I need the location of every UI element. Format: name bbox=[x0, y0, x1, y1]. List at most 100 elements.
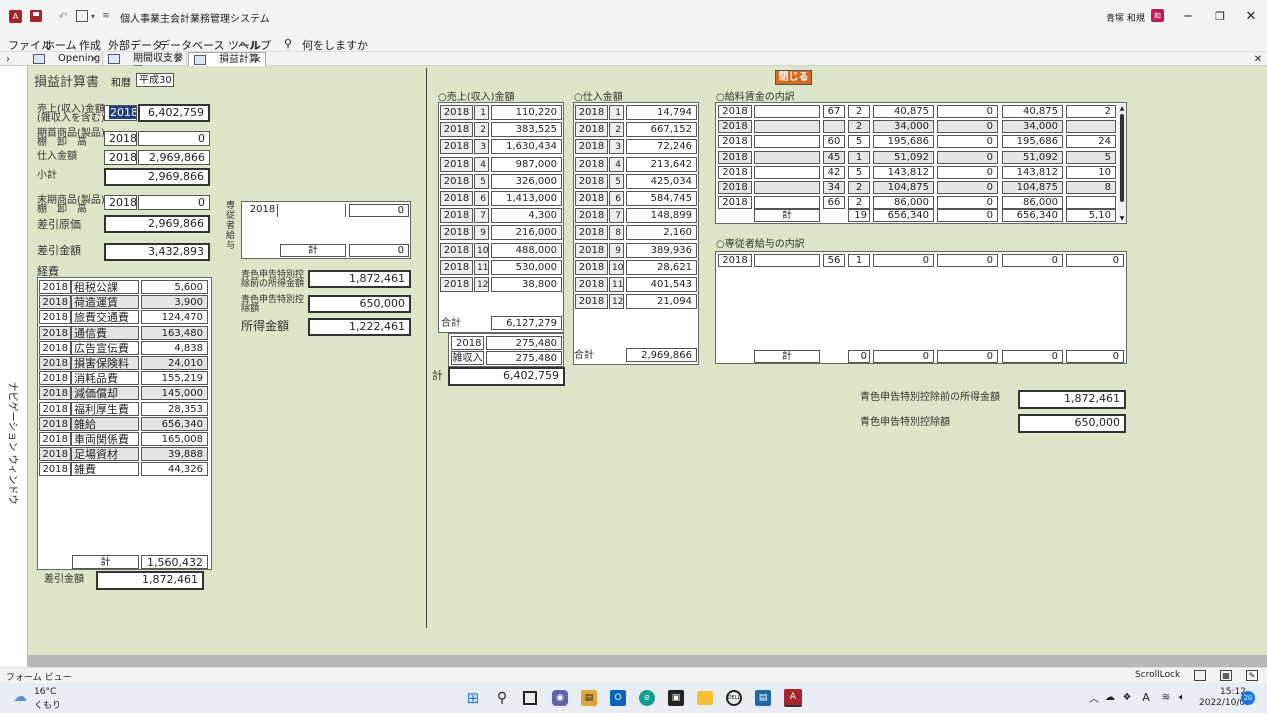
purchase-row-amount[interactable]: 584,745 bbox=[626, 191, 697, 206]
network-tray-icon[interactable]: ☁ bbox=[1104, 691, 1116, 703]
wage-tax[interactable]: 5 bbox=[1066, 150, 1116, 164]
wage-name[interactable] bbox=[754, 120, 820, 134]
purchase-row-month[interactable]: 1 bbox=[609, 105, 624, 120]
purchase-row-month[interactable]: 3 bbox=[609, 139, 624, 155]
family-wages-total-total[interactable]: 0 bbox=[1002, 350, 1063, 363]
sales-row-year[interactable]: 2018 bbox=[440, 277, 473, 292]
tab-opening[interactable]: Opening × bbox=[28, 52, 103, 66]
wage-tax[interactable]: 10 bbox=[1066, 165, 1116, 179]
wifi-icon[interactable]: ≋ bbox=[1160, 691, 1172, 703]
net-amount[interactable]: 1,872,461 bbox=[96, 571, 204, 590]
search-taskbar-icon[interactable]: ⚲ bbox=[494, 690, 510, 706]
expense-name[interactable]: 通信費 bbox=[71, 325, 139, 340]
wage-total[interactable]: 86,000 bbox=[1002, 196, 1063, 210]
purchase-row-month[interactable]: 6 bbox=[609, 191, 624, 206]
closing-inventory-year[interactable]: 2018 bbox=[104, 195, 137, 210]
wage-year[interactable]: 2018 bbox=[718, 120, 752, 134]
wage-pay[interactable]: 86,000 bbox=[873, 196, 934, 210]
wage-pay[interactable]: 40,875 bbox=[873, 105, 934, 118]
family-wages-year[interactable]: 2018 bbox=[718, 254, 752, 267]
purchase-row-amount[interactable]: 425,034 bbox=[626, 173, 697, 189]
expense-year[interactable]: 2018 bbox=[39, 401, 71, 416]
purchase-row-month[interactable]: 9 bbox=[609, 242, 624, 258]
sales-row-month[interactable]: 7 bbox=[474, 208, 489, 224]
wage-name[interactable] bbox=[754, 105, 820, 118]
misc-income-amount2[interactable]: 275,480 bbox=[486, 351, 562, 365]
volume-icon[interactable]: 🔈︎ bbox=[1176, 691, 1188, 703]
nav-expand-icon[interactable]: › bbox=[3, 53, 13, 65]
expense-name[interactable]: 雑費 bbox=[71, 462, 139, 477]
sales-year[interactable]: 2018 bbox=[104, 105, 137, 121]
expense-name[interactable]: 福利厚生費 bbox=[71, 401, 139, 416]
wage-year[interactable]: 2018 bbox=[718, 196, 752, 210]
deduction-amount[interactable]: 650,000 bbox=[308, 295, 411, 313]
family-wages-total-pay[interactable]: 0 bbox=[873, 350, 934, 363]
wage-pay[interactable]: 143,812 bbox=[873, 165, 934, 179]
close-tab-icon[interactable]: × bbox=[90, 52, 99, 65]
sales-row-amount[interactable]: 326,000 bbox=[491, 173, 562, 189]
expense-name[interactable]: 雑給 bbox=[71, 416, 139, 431]
tab-period-income[interactable]: 期間収支参照× bbox=[103, 52, 187, 77]
sales-row-month[interactable]: 9 bbox=[474, 225, 489, 241]
expenses-total[interactable]: 1,560,432 bbox=[141, 555, 208, 569]
wage-name[interactable] bbox=[754, 135, 820, 149]
expense-amount[interactable]: 5,600 bbox=[141, 280, 208, 294]
sales-row-year[interactable]: 2018 bbox=[440, 191, 473, 206]
sales-row-month[interactable]: 4 bbox=[474, 156, 489, 172]
wage-tax[interactable] bbox=[1066, 196, 1116, 210]
app-icon[interactable]: ▤ bbox=[581, 690, 597, 706]
wages-total-bonus[interactable]: 0 bbox=[937, 209, 998, 222]
wages-total-tax[interactable]: 5,10 bbox=[1066, 209, 1116, 222]
purchase-row-month[interactable]: 5 bbox=[609, 173, 624, 189]
expense-amount[interactable]: 28,353 bbox=[141, 401, 208, 416]
expense-name[interactable]: 車両関係費 bbox=[71, 432, 139, 446]
purchase-row-year[interactable]: 2018 bbox=[575, 242, 608, 258]
tray-expand-icon[interactable]: ︿ bbox=[1089, 691, 1099, 705]
purchase-row-month[interactable]: 7 bbox=[609, 208, 624, 224]
expense-amount[interactable]: 656,340 bbox=[141, 416, 208, 431]
restore-icon[interactable]: ❐ bbox=[1212, 8, 1228, 24]
search-icon[interactable]: ⚲ bbox=[284, 37, 292, 50]
wage-total[interactable]: 104,875 bbox=[1002, 181, 1063, 194]
wage-total[interactable]: 51,092 bbox=[1002, 150, 1063, 164]
sales-row-amount[interactable]: 530,000 bbox=[491, 259, 562, 275]
purchase-row-year[interactable]: 2018 bbox=[575, 259, 608, 275]
expense-name[interactable]: 消耗品費 bbox=[71, 371, 139, 386]
access-active-icon[interactable]: A bbox=[784, 689, 802, 707]
misc-income-year[interactable]: 2018 bbox=[451, 336, 484, 350]
expense-amount[interactable]: 155,219 bbox=[141, 371, 208, 386]
close-all-icon[interactable]: ✕ bbox=[1252, 52, 1264, 66]
wage-months[interactable]: 2 bbox=[848, 120, 870, 134]
purchase-row-year[interactable]: 2018 bbox=[575, 191, 608, 206]
subtotal-amount[interactable]: 2,969,866 bbox=[104, 168, 210, 186]
wage-year[interactable]: 2018 bbox=[718, 181, 752, 194]
close-window-icon[interactable]: ✕ bbox=[1243, 8, 1259, 24]
menu-help[interactable]: ヘルプ bbox=[238, 37, 271, 53]
explorer-icon[interactable] bbox=[697, 691, 713, 705]
wage-pay[interactable]: 34,000 bbox=[873, 120, 934, 134]
family-wages-pay[interactable]: 0 bbox=[873, 254, 934, 267]
expense-year[interactable]: 2018 bbox=[39, 325, 71, 340]
sales-row-month[interactable]: 2 bbox=[474, 122, 489, 138]
purchase-row-amount[interactable]: 667,152 bbox=[626, 122, 697, 138]
wage-name[interactable] bbox=[754, 165, 820, 179]
access-taskbar-icon[interactable]: ▤ bbox=[755, 690, 771, 706]
scroll-thumb[interactable] bbox=[1120, 114, 1124, 202]
expense-name[interactable]: 旅費交通費 bbox=[71, 310, 139, 325]
sales-row-year[interactable]: 2018 bbox=[440, 156, 473, 172]
expense-amount[interactable]: 3,900 bbox=[141, 295, 208, 310]
wage-name[interactable] bbox=[754, 181, 820, 194]
purchase-row-amount[interactable]: 2,160 bbox=[626, 225, 697, 241]
expense-year[interactable]: 2018 bbox=[39, 310, 71, 325]
wage-total[interactable]: 195,686 bbox=[1002, 135, 1063, 149]
family-employee-name[interactable] bbox=[278, 204, 346, 217]
sales-row-year[interactable]: 2018 bbox=[440, 208, 473, 224]
pre-deduction-amount[interactable]: 1,872,461 bbox=[308, 270, 411, 288]
wage-year[interactable]: 2018 bbox=[718, 165, 752, 179]
purchase-row-year[interactable]: 2018 bbox=[575, 105, 608, 120]
dropbox-icon[interactable]: ❖ bbox=[1121, 691, 1133, 703]
expense-year[interactable]: 2018 bbox=[39, 447, 71, 462]
navigation-pane[interactable]: ナビゲーション ウィンドウ bbox=[0, 66, 28, 666]
opening-inventory-year[interactable]: 2018 bbox=[104, 131, 137, 146]
expense-amount[interactable]: 145,000 bbox=[141, 386, 208, 401]
